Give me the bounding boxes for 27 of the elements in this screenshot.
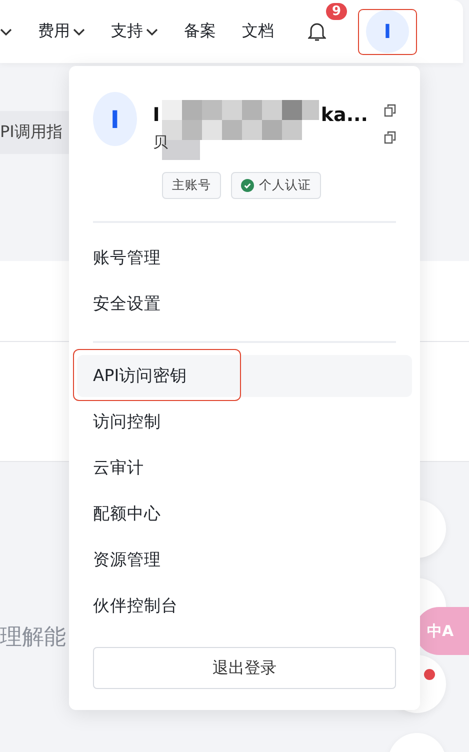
bell-icon[interactable]: [308, 22, 326, 42]
account-id: 贝: [152, 132, 168, 152]
menu-item[interactable]: 伙伴控制台: [77, 585, 412, 627]
nav-menu-item[interactable]: 支持: [111, 21, 158, 42]
dot-icon: [424, 669, 435, 680]
account-tag: 主账号: [162, 172, 221, 199]
account-name: ka...: [320, 104, 368, 126]
menu-item[interactable]: 访问控制: [77, 401, 412, 443]
menu-item[interactable]: 账号管理: [77, 237, 412, 279]
logout-button[interactable]: 退出登录: [93, 647, 396, 689]
menu-item[interactable]: API访问密钥: [77, 355, 412, 397]
notification-badge: 9: [326, 2, 348, 20]
body-text: 理解能: [0, 624, 66, 652]
copy-icon[interactable]: [384, 131, 396, 144]
menu-item[interactable]: 资源管理: [77, 539, 412, 581]
menu-item[interactable]: 云审计: [77, 447, 412, 489]
copy-icon[interactable]: [384, 104, 396, 117]
nav-menu-item[interactable]: 文档: [242, 21, 274, 42]
nav-menu-item[interactable]: 备案: [184, 21, 216, 42]
account-tag: 个人认证: [231, 172, 321, 199]
user-avatar: I: [93, 92, 137, 146]
menu-item[interactable]: 安全设置: [77, 283, 412, 325]
account-name: I: [152, 104, 160, 126]
menu-item[interactable]: 配额中心: [77, 493, 412, 535]
user-avatar[interactable]: I: [366, 10, 409, 53]
chevron-down-icon[interactable]: [0, 28, 12, 36]
nav-menu-item[interactable]: 费用: [38, 21, 85, 42]
